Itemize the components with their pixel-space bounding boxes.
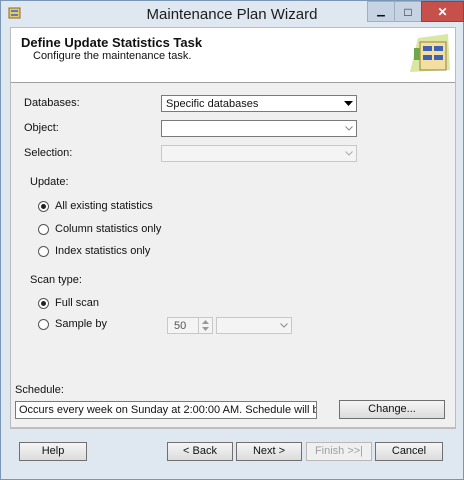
maximize-button[interactable]: □ [394, 1, 422, 22]
object-label: Object: [24, 122, 59, 134]
dropdown-arrow-icon [343, 98, 354, 109]
spin-up-icon[interactable] [199, 318, 212, 325]
chevron-down-icon [343, 123, 354, 134]
maximize-icon: □ [404, 4, 412, 19]
radio-label: Column statistics only [55, 223, 162, 235]
radio-label: Sample by [55, 318, 107, 330]
next-button[interactable]: Next > [236, 442, 302, 461]
radio-label: Index statistics only [55, 245, 151, 257]
databases-label: Databases: [24, 97, 80, 109]
radio-index-statistics-only[interactable]: Index statistics only [38, 245, 150, 257]
page-title: Define Update Statistics Task [21, 35, 203, 50]
title-bar[interactable]: Maintenance Plan Wizard ▁ □ ✕ [1, 1, 464, 27]
page-subtitle: Configure the maintenance task. [33, 50, 192, 62]
finish-button[interactable]: Finish >>| [306, 442, 372, 461]
change-schedule-button[interactable]: Change... [339, 400, 445, 419]
minimize-icon: ▁ [377, 6, 385, 17]
databases-dropdown[interactable]: Specific databases [161, 95, 357, 112]
radio-button[interactable] [38, 297, 49, 309]
footer-divider [10, 427, 456, 428]
scan-type-label: Scan type: [30, 274, 82, 286]
schedule-label: Schedule: [15, 384, 64, 396]
chevron-down-icon [343, 148, 354, 159]
spin-down-icon[interactable] [199, 325, 212, 332]
object-dropdown[interactable] [161, 120, 357, 137]
schedule-textbox[interactable]: Occurs every week on Sunday at 2:00:00 A… [15, 401, 317, 419]
radio-all-existing-statistics[interactable]: All existing statistics [38, 200, 153, 212]
selection-label: Selection: [24, 147, 73, 159]
minimize-button[interactable]: ▁ [367, 1, 395, 22]
selection-dropdown[interactable] [161, 145, 357, 162]
databases-value: Specific databases [166, 98, 259, 110]
radio-button[interactable] [38, 223, 49, 235]
radio-button[interactable] [38, 318, 49, 330]
radio-sample-by[interactable]: Sample by [38, 318, 107, 330]
wizard-window: Maintenance Plan Wizard ▁ □ ✕ Define Upd… [0, 0, 464, 480]
close-icon: ✕ [437, 4, 448, 19]
update-label: Update: [30, 176, 69, 188]
sample-value-stepper[interactable]: 50 [167, 317, 213, 334]
wizard-graphic-icon [410, 34, 450, 72]
header-band: Define Update Statistics Task Configure … [11, 28, 455, 83]
sample-unit-dropdown[interactable] [216, 317, 292, 334]
sample-value: 50 [174, 320, 187, 332]
radio-column-statistics-only[interactable]: Column statistics only [38, 223, 161, 235]
radio-full-scan[interactable]: Full scan [38, 297, 99, 309]
close-button[interactable]: ✕ [421, 1, 464, 22]
radio-label: All existing statistics [55, 200, 153, 212]
radio-button[interactable] [38, 245, 49, 257]
wizard-content: Define Update Statistics Task Configure … [10, 27, 456, 429]
radio-label: Full scan [55, 297, 100, 309]
cancel-button[interactable]: Cancel [375, 442, 443, 461]
radio-button[interactable] [38, 200, 49, 212]
help-button[interactable]: Help [19, 442, 87, 461]
chevron-down-icon [278, 320, 289, 331]
back-button[interactable]: < Back [167, 442, 233, 461]
